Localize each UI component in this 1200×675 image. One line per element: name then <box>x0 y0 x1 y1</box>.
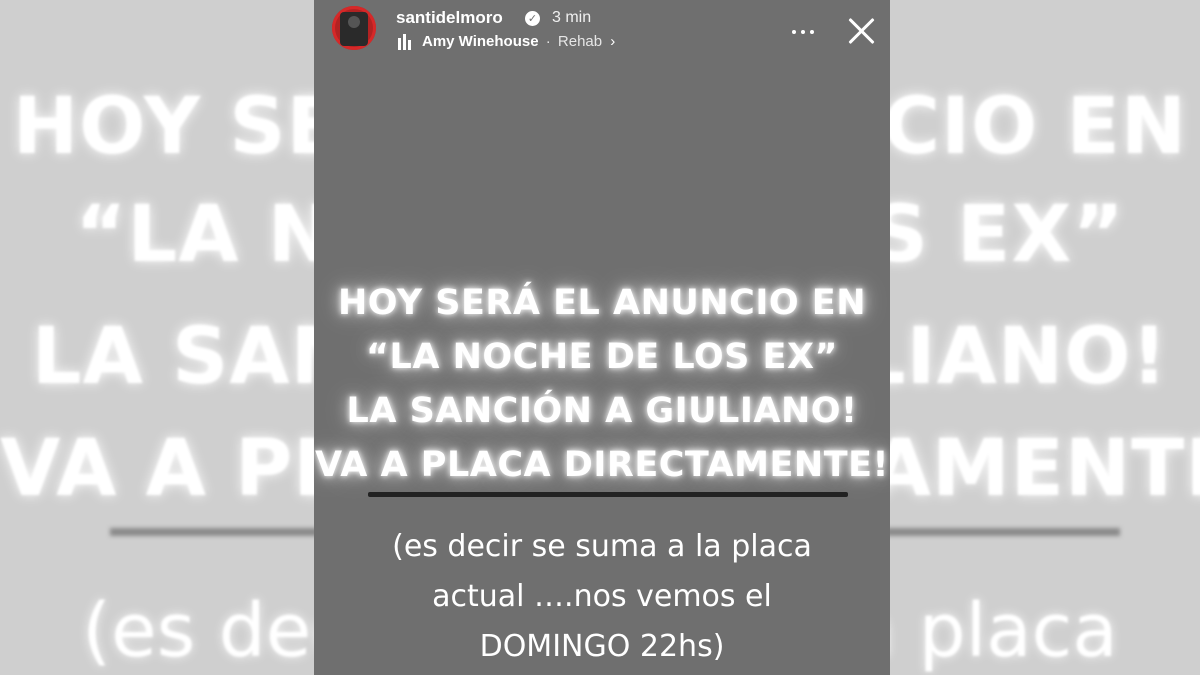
subtext-line: DOMINGO 22hs) <box>479 629 725 664</box>
music-separator: · <box>545 33 551 50</box>
more-horizontal-icon <box>792 30 796 34</box>
avatar[interactable] <box>332 6 376 50</box>
subtext-line: (es decir se suma a la placa <box>392 529 812 564</box>
music-link[interactable]: Amy Winehouse · Rehab › <box>422 33 615 50</box>
subtext-line: actual ….nos vemos el <box>432 579 772 614</box>
close-icon[interactable] <box>844 14 878 48</box>
music-artist: Amy Winehouse <box>422 33 539 50</box>
music-bars-icon <box>398 34 414 50</box>
story-header: santidelmoro ✓ 3 min Amy Winehouse · Reh… <box>314 0 890 70</box>
story-headline: HOY SERÁ EL ANUNCIO EN “LA NOCHE DE LOS … <box>314 276 890 492</box>
headline-line: LA SANCIÓN A GIULIANO! <box>346 391 858 431</box>
username[interactable]: santidelmoro <box>396 8 503 28</box>
story-viewer[interactable]: santidelmoro ✓ 3 min Amy Winehouse · Reh… <box>314 0 890 675</box>
verified-badge-icon: ✓ <box>525 11 540 26</box>
post-time: 3 min <box>552 9 592 26</box>
headline-underline <box>368 492 848 497</box>
avatar-image <box>340 12 368 46</box>
chevron-right-icon: › <box>610 33 616 50</box>
headline-line: VA A PLACA DIRECTAMENTE! <box>315 445 889 485</box>
headline-line: “LA NOCHE DE LOS EX” <box>366 337 838 377</box>
story-subtext: (es decir se suma a la placa actual ….no… <box>314 522 890 672</box>
more-options-button[interactable] <box>790 22 820 42</box>
music-track: Rehab <box>557 33 603 50</box>
headline-line: HOY SERÁ EL ANUNCIO EN <box>337 283 866 323</box>
